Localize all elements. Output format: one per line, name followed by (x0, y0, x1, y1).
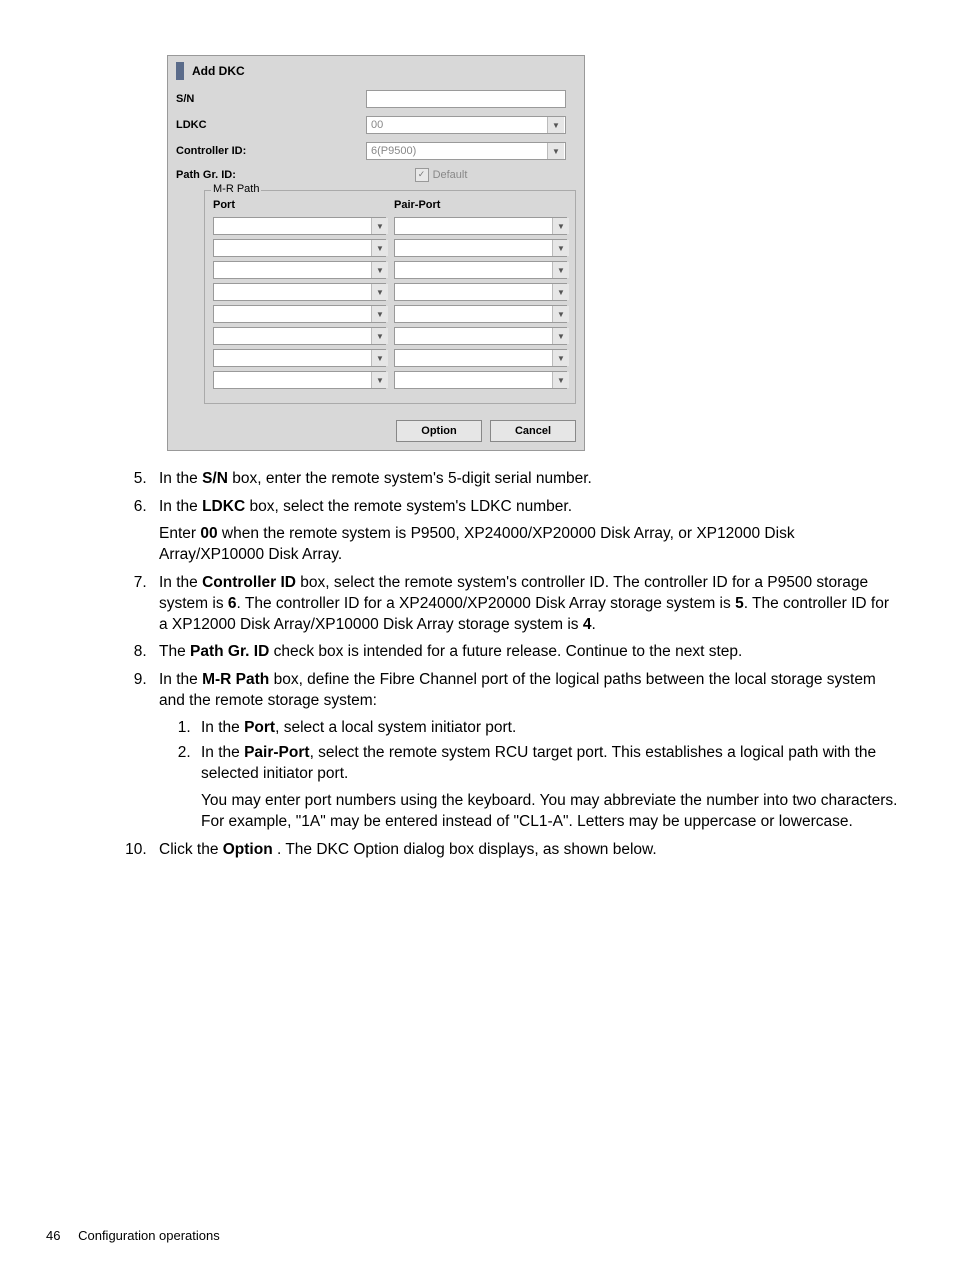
sn-label: S/N (176, 93, 366, 105)
port-select[interactable]: ▼ (213, 283, 386, 301)
chevron-down-icon: ▼ (371, 350, 388, 366)
ldkc-label: LDKC (176, 119, 366, 131)
add-dkc-dialog: Add DKC S/N LDKC 00 ▼ Controller ID: 6(P… (167, 55, 585, 451)
pairport-select[interactable]: ▼ (394, 283, 567, 301)
ldkc-value: 00 (371, 119, 383, 131)
pairport-select[interactable]: ▼ (394, 217, 567, 235)
controller-id-select[interactable]: 6(P9500) ▼ (366, 142, 566, 160)
instruction-item: In the LDKC box, select the remote syste… (151, 497, 899, 566)
pathgr-default-checkbox[interactable]: ✓ (415, 168, 429, 182)
port-header: Port (213, 199, 386, 211)
chevron-down-icon: ▼ (547, 117, 564, 133)
port-row: ▼▼ (213, 261, 567, 279)
section-title: Configuration operations (78, 1228, 220, 1243)
controller-id-label: Controller ID: (176, 145, 366, 157)
pairport-select[interactable]: ▼ (394, 239, 567, 257)
ldkc-select[interactable]: 00 ▼ (366, 116, 566, 134)
sub-instruction-item: In the Pair-Port, select the remote syst… (195, 743, 899, 833)
chevron-down-icon: ▼ (552, 240, 569, 256)
chevron-down-icon: ▼ (552, 218, 569, 234)
mrpath-fieldset: M-R Path Port Pair-Port ▼▼▼▼▼▼▼▼▼▼▼▼▼▼▼▼ (204, 190, 576, 404)
port-row: ▼▼ (213, 371, 567, 389)
instruction-list: In the S/N box, enter the remote system'… (55, 469, 899, 861)
chevron-down-icon: ▼ (552, 328, 569, 344)
page-footer: 46 Configuration operations (46, 1228, 220, 1243)
mrpath-legend: M-R Path (211, 183, 261, 195)
port-select[interactable]: ▼ (213, 305, 386, 323)
pairport-select[interactable]: ▼ (394, 349, 567, 367)
chevron-down-icon: ▼ (552, 306, 569, 322)
pairport-select[interactable]: ▼ (394, 305, 567, 323)
chevron-down-icon: ▼ (371, 284, 388, 300)
instruction-item: In the Controller ID box, select the rem… (151, 573, 899, 636)
pairport-select[interactable]: ▼ (394, 261, 567, 279)
dialog-title-row: Add DKC (168, 56, 584, 86)
chevron-down-icon: ▼ (547, 143, 564, 159)
cancel-button[interactable]: Cancel (490, 420, 576, 442)
chevron-down-icon: ▼ (371, 240, 388, 256)
dialog-title: Add DKC (192, 64, 245, 78)
port-row: ▼▼ (213, 349, 567, 367)
port-select[interactable]: ▼ (213, 349, 386, 367)
chevron-down-icon: ▼ (371, 218, 388, 234)
instruction-item: In the S/N box, enter the remote system'… (151, 469, 899, 490)
port-row: ▼▼ (213, 305, 567, 323)
chevron-down-icon: ▼ (371, 262, 388, 278)
chevron-down-icon: ▼ (552, 372, 569, 388)
pairport-select[interactable]: ▼ (394, 371, 567, 389)
port-select[interactable]: ▼ (213, 261, 386, 279)
instruction-item: Click the Option . The DKC Option dialog… (151, 840, 899, 861)
instruction-item: The Path Gr. ID check box is intended fo… (151, 642, 899, 663)
page-number: 46 (46, 1228, 60, 1243)
port-select[interactable]: ▼ (213, 327, 386, 345)
chevron-down-icon: ▼ (371, 306, 388, 322)
port-select[interactable]: ▼ (213, 239, 386, 257)
pathgr-label: Path Gr. ID: (176, 169, 306, 181)
chevron-down-icon: ▼ (552, 262, 569, 278)
pathgr-default-label: Default (433, 169, 468, 181)
dialog-accent (176, 62, 184, 80)
port-row: ▼▼ (213, 239, 567, 257)
pairport-select[interactable]: ▼ (394, 327, 567, 345)
port-select[interactable]: ▼ (213, 371, 386, 389)
chevron-down-icon: ▼ (371, 372, 388, 388)
port-select[interactable]: ▼ (213, 217, 386, 235)
sn-input[interactable] (366, 90, 566, 108)
chevron-down-icon: ▼ (371, 328, 388, 344)
option-button[interactable]: Option (396, 420, 482, 442)
sub-instruction-item: In the Port, select a local system initi… (195, 718, 899, 739)
port-row: ▼▼ (213, 327, 567, 345)
port-row: ▼▼ (213, 217, 567, 235)
port-row: ▼▼ (213, 283, 567, 301)
sub-instruction-list: In the Port, select a local system initi… (159, 718, 899, 833)
chevron-down-icon: ▼ (552, 350, 569, 366)
pairport-header: Pair-Port (386, 199, 567, 211)
instruction-item: In the M-R Path box, define the Fibre Ch… (151, 670, 899, 832)
controller-id-value: 6(P9500) (371, 145, 416, 157)
chevron-down-icon: ▼ (552, 284, 569, 300)
